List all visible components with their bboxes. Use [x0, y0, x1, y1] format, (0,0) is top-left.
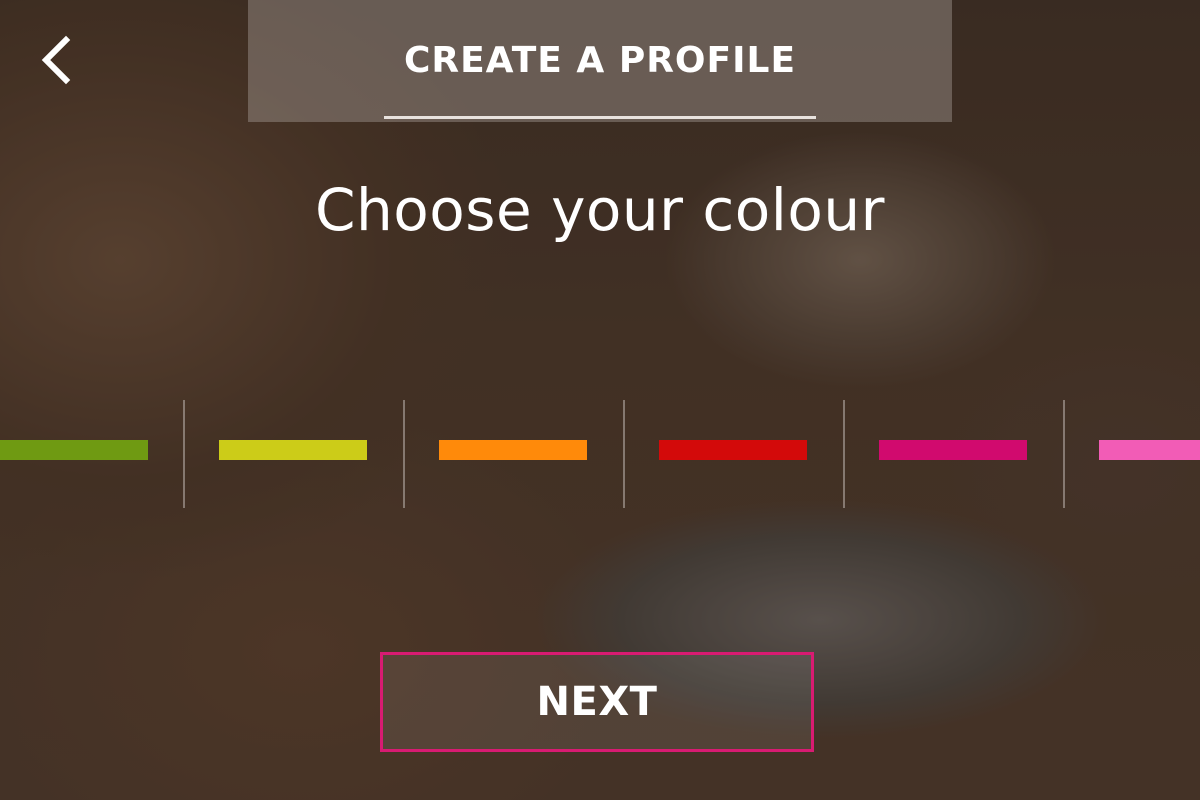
swatch-red[interactable] [659, 440, 807, 460]
header-bar: CREATE A PROFILE [248, 0, 952, 122]
chevron-left-icon [41, 35, 71, 85]
swatch-orange[interactable] [439, 440, 587, 460]
next-button[interactable]: NEXT [380, 652, 814, 752]
swatch-magenta[interactable] [879, 440, 1027, 460]
swatch-pink[interactable] [1099, 440, 1200, 460]
swatch-divider [183, 400, 185, 508]
back-button[interactable] [28, 30, 84, 90]
swatch-divider [403, 400, 405, 508]
swatch-divider [843, 400, 845, 508]
swatch-divider [1063, 400, 1065, 508]
next-button-label: NEXT [536, 679, 658, 725]
swatch-green[interactable] [0, 440, 148, 460]
title-underline [384, 116, 816, 119]
swatch-yellow[interactable] [219, 440, 367, 460]
choose-colour-heading: Choose your colour [315, 176, 885, 244]
colour-picker [0, 400, 1200, 510]
swatch-divider [623, 400, 625, 508]
page-title: CREATE A PROFILE [403, 40, 797, 81]
